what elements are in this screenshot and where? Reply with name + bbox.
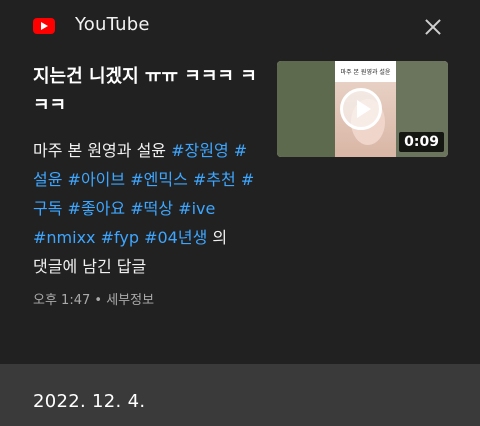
hashtag-link[interactable]: #떡상 — [130, 199, 173, 218]
body-prefix: 마주 본 원영과 설윤 — [33, 141, 167, 160]
notification-time: 오후 1:47 — [33, 293, 91, 308]
detail-link[interactable]: 세부정보 — [106, 293, 154, 308]
hashtag-link[interactable]: #장원영 — [171, 141, 229, 160]
youtube-logo-icon — [33, 18, 55, 34]
hashtag-link[interactable]: #추천 — [193, 170, 236, 189]
play-icon[interactable] — [340, 88, 382, 130]
hashtag-link[interactable]: #nmixx — [33, 228, 96, 247]
hashtag-link[interactable]: #04년생 — [144, 228, 207, 247]
notification-body: 마주 본 원영과 설윤 #장원영 #설윤 #아이브 #엔믹스 #추천 #구독 #… — [33, 136, 268, 281]
video-thumbnail[interactable]: 마주 본 원영과 설윤 0:09 — [277, 61, 448, 157]
date-section-header: 2022. 12. 4. — [0, 364, 480, 426]
notification-header: YouTube — [0, 0, 480, 54]
notification-title: 지는건 니겠지 ㅠㅠ ㅋㅋㅋ ㅋㅋㅋ — [33, 66, 257, 116]
hashtag-link[interactable]: #fyp — [101, 228, 139, 247]
close-icon[interactable] — [418, 12, 448, 42]
hashtag-link[interactable]: #엔믹스 — [130, 170, 188, 189]
hashtag-link[interactable]: #좋아요 — [68, 199, 126, 218]
notification-card[interactable]: YouTube 지는건 니겠지 ㅠㅠ ㅋㅋㅋ ㅋㅋㅋ 마주 본 원영과 설윤 0… — [0, 0, 480, 364]
thumbnail-caption: 마주 본 원영과 설윤 — [340, 69, 391, 76]
hashtag-link[interactable]: #아이브 — [68, 170, 126, 189]
date-label: 2022. 12. 4. — [33, 391, 146, 412]
meta-separator: • — [94, 293, 103, 308]
thumbnail-left-panel — [277, 61, 335, 157]
notification-meta: 오후 1:47 • 세부정보 — [33, 289, 154, 308]
video-duration: 0:09 — [399, 132, 444, 152]
hashtag-link[interactable]: #ive — [178, 199, 215, 218]
app-name: YouTube — [75, 14, 150, 35]
